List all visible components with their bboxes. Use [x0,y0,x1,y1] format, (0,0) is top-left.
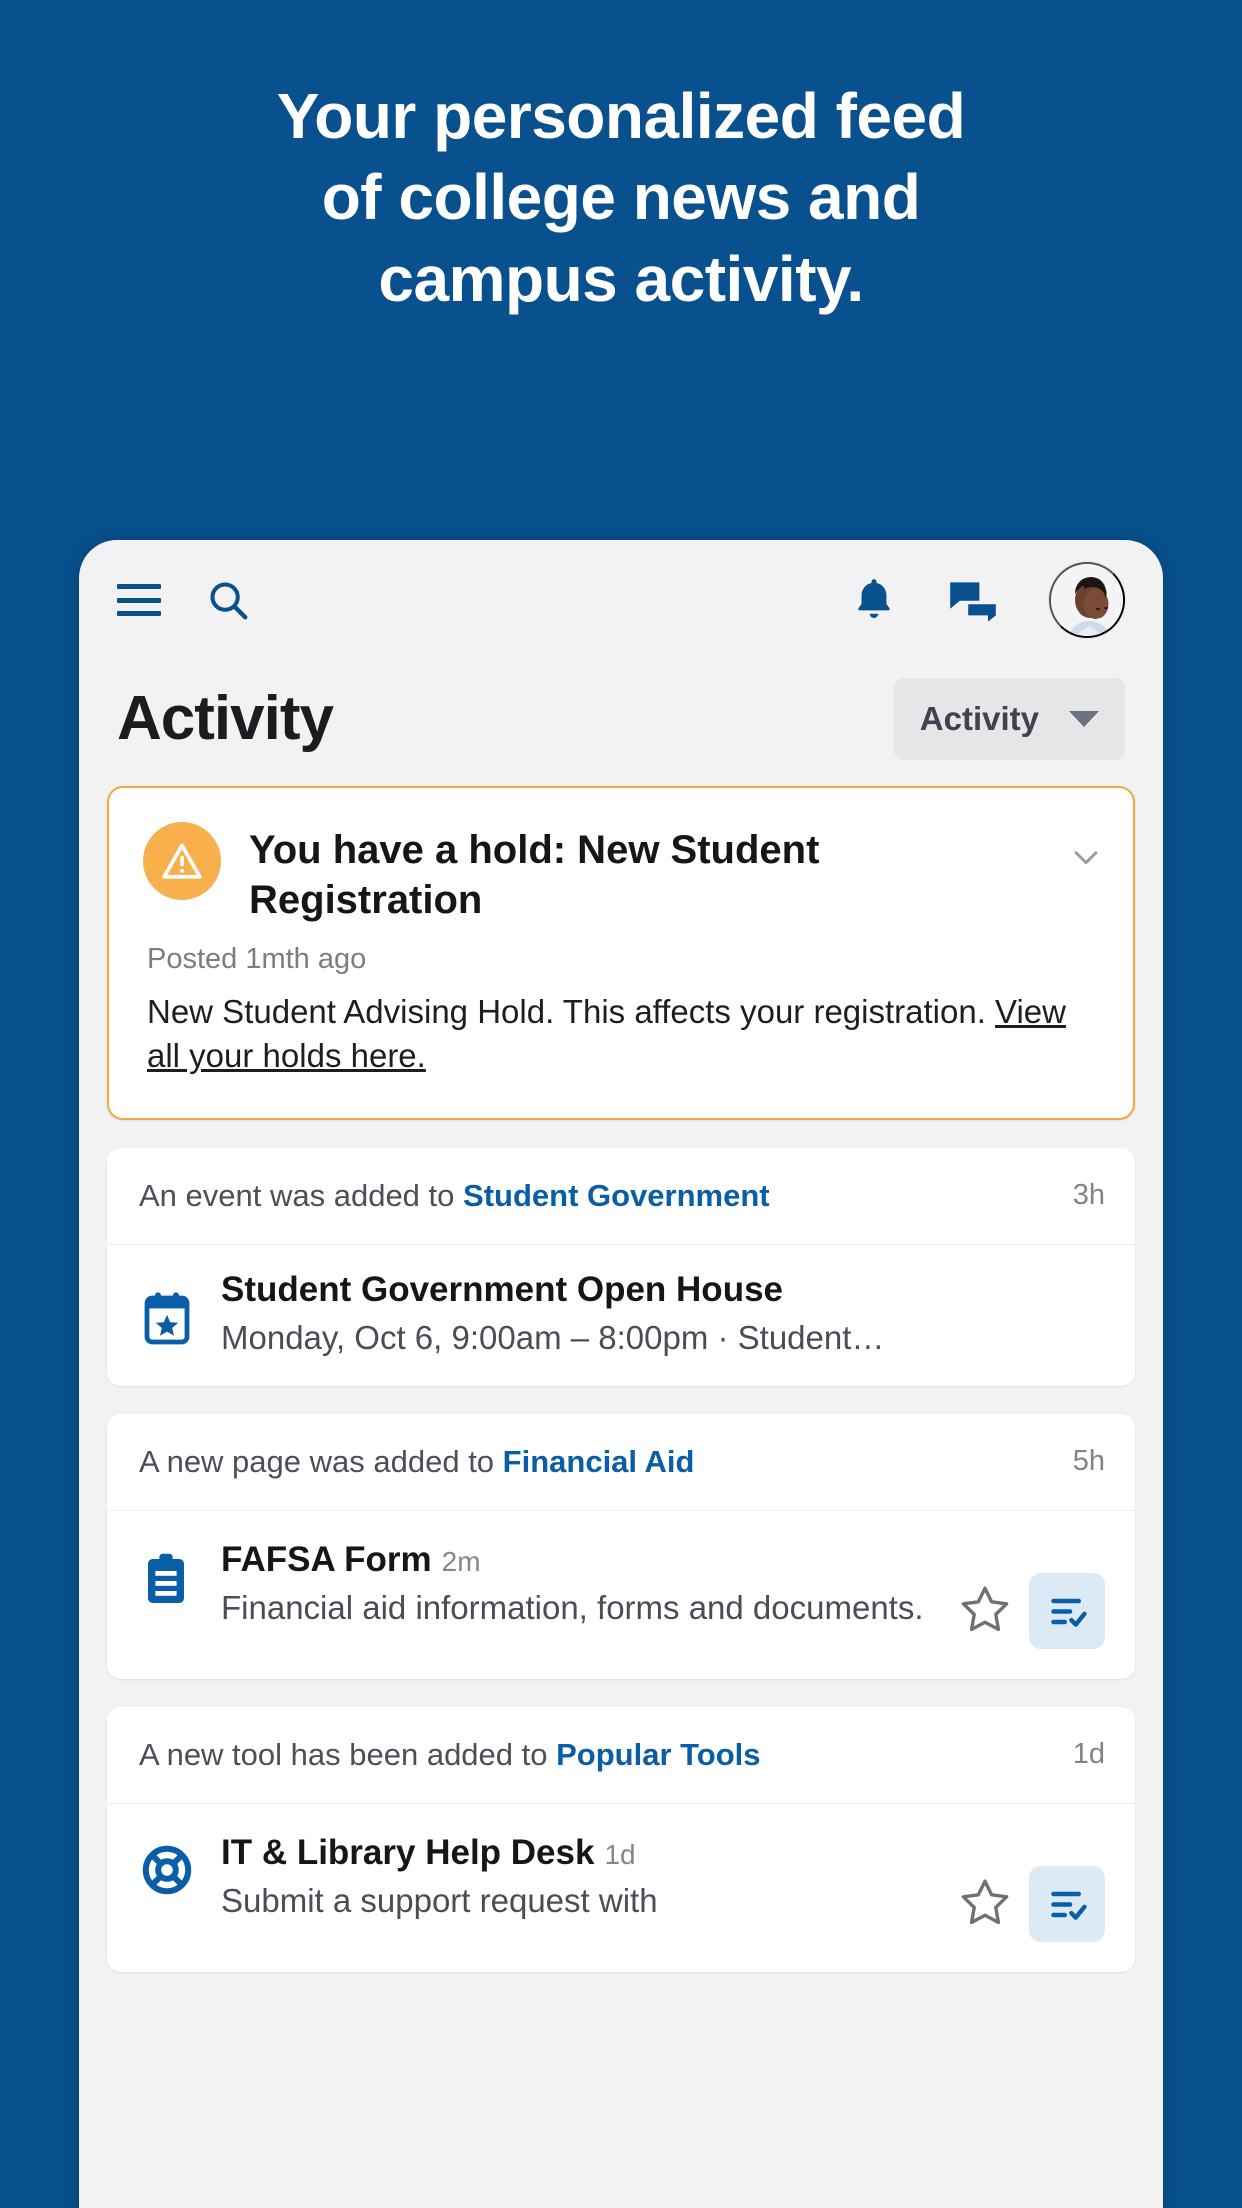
filter-label: Activity [919,700,1039,737]
head-link[interactable]: Student Government [463,1178,770,1213]
feed-card-student-government[interactable]: An event was added to Student Government… [107,1147,1135,1386]
card-body[interactable]: Student Government Open House Monday, Oc… [107,1245,1135,1386]
favorite-button[interactable] [959,1876,1011,1931]
hold-alert-card[interactable]: You have a hold: New Student Registratio… [107,786,1135,1120]
feed-card-popular-tools[interactable]: A new tool has been added to Popular Too… [107,1706,1135,1972]
page-title: Activity [117,684,334,753]
expand-chevron-down-icon[interactable] [1069,840,1103,874]
card-time: 1d [1072,1738,1105,1771]
item-title: FAFSA Form 2m [221,1537,935,1583]
item-subtitle: Monday, Oct 6, 9:00am – 8:00pm · Student… [221,1319,885,1357]
hold-posted-time: Posted 1mth ago [147,943,367,976]
card-time: 3h [1072,1179,1105,1212]
item-title-text: FAFSA Form [221,1539,432,1579]
lifebuoy-icon [141,1830,197,1901]
headline-line-3: campus activity. [378,242,864,315]
add-to-list-button[interactable] [1029,1865,1105,1942]
headline-line-1: Your personalized feed [276,80,966,152]
search-button[interactable] [205,577,251,623]
item-title-text: IT & Library Help Desk [221,1832,595,1872]
phone-mockup: Activity Activity You have a hold: New S… [79,540,1163,2208]
clipboard-icon [141,1537,197,1612]
card-head-text: A new tool has been added to Popular Too… [139,1737,1057,1773]
head-prefix: A new page was added to [139,1443,503,1479]
bell-icon [858,579,890,619]
avatar[interactable] [1049,562,1125,638]
item-actions [959,1830,1105,1942]
chat-bubbles-icon [950,582,996,622]
head-prefix: A new tool has been added to [139,1736,557,1772]
card-head-text: An event was added to Student Government [139,1178,1057,1214]
hamburger-menu-button[interactable] [117,584,161,616]
item-title-time: 1d [604,1838,636,1870]
item-actions [959,1537,1105,1649]
promo-screenshot: Your personalized feed of college news a… [0,0,1242,2208]
search-icon [210,582,248,620]
card-head-text: A new page was added to Financial Aid [139,1444,1057,1480]
feed-card-financial-aid[interactable]: A new page was added to Financial Aid 5h [107,1413,1135,1679]
chevron-down-icon [1069,711,1099,727]
checklist-icon [1051,1891,1087,1920]
item-subtitle: Financial aid information, forms and doc… [221,1589,924,1627]
promo-headline: Your personalized feed of college news a… [0,76,1242,320]
card-time: 5h [1072,1445,1105,1478]
messages-button[interactable] [947,576,999,624]
hold-alert-title: You have a hold: New Student Registratio… [249,828,820,922]
hold-body-text: New Student Advising Hold. This affects … [147,993,996,1031]
star-outline-icon [961,1879,1009,1925]
card-head[interactable]: An event was added to Student Government… [107,1148,1135,1245]
add-to-list-button[interactable] [1029,1572,1105,1649]
warning-triangle-icon [143,822,221,900]
item-subtitle: Submit a support request with [221,1882,658,1920]
headline-line-2: of college news and [321,161,921,234]
head-link[interactable]: Financial Aid [503,1444,695,1479]
item-title-text: Student Government Open House [221,1269,783,1309]
item-title-time: 2m [441,1545,481,1577]
favorite-button[interactable] [959,1583,1011,1638]
head-link[interactable]: Popular Tools [556,1737,760,1772]
calendar-star-icon [141,1276,197,1351]
activity-filter-dropdown[interactable]: Activity [893,678,1125,760]
head-prefix: An event was added to [139,1177,464,1213]
card-head[interactable]: A new tool has been added to Popular Too… [107,1707,1135,1804]
card-body[interactable]: FAFSA Form 2m Financial aid information, … [107,1511,1135,1679]
notifications-button[interactable] [851,575,897,625]
hold-alert-body: New Student Advising Hold. This affects … [147,990,1095,1078]
checklist-icon [1051,1598,1087,1627]
card-head[interactable]: A new page was added to Financial Aid 5h [107,1414,1135,1511]
card-body[interactable]: IT & Library Help Desk 1d Submit a suppor… [107,1804,1135,1972]
activity-header: Activity Activity [79,660,1163,786]
hamburger-menu-icon [117,584,161,616]
item-title: IT & Library Help Desk 1d [221,1830,935,1876]
star-outline-icon [961,1586,1009,1632]
activity-feed: You have a hold: New Student Registratio… [79,786,1163,1972]
user-avatar-image [1051,564,1123,636]
app-toolbar [79,540,1163,660]
item-title: Student Government Open House [221,1267,1105,1313]
